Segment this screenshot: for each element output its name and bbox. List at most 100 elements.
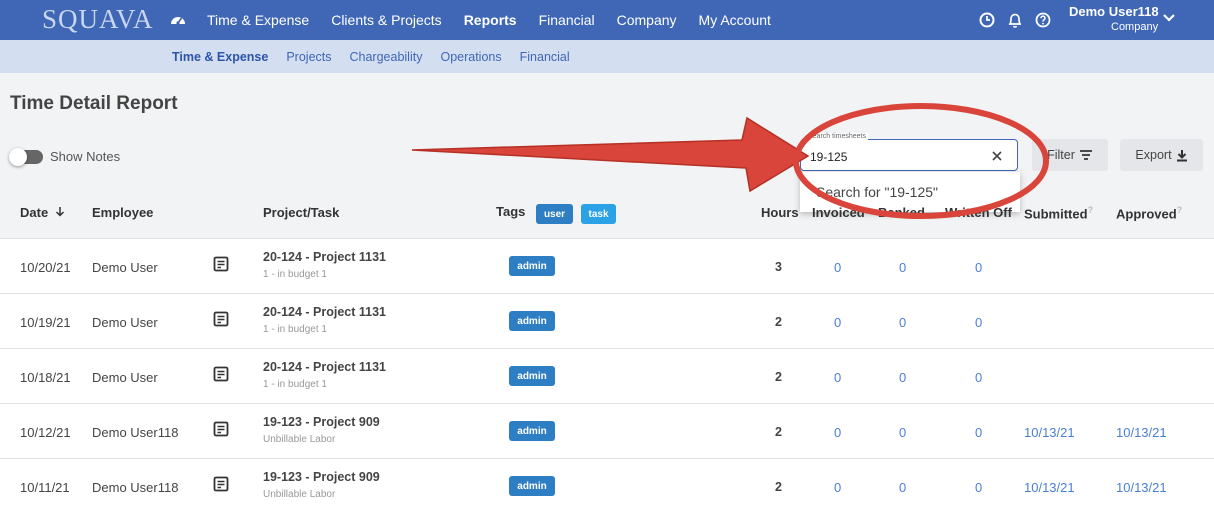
bell-icon[interactable] — [1006, 11, 1024, 29]
row-date: 10/12/21 — [20, 425, 71, 440]
nav-company[interactable]: Company — [617, 12, 677, 28]
row-tag[interactable]: admin — [509, 311, 555, 331]
row-project[interactable]: 20-124 - Project 1131 — [263, 250, 386, 264]
row-written-off[interactable]: 0 — [975, 370, 982, 385]
tab-time-expense[interactable]: Time & Expense — [172, 50, 268, 64]
row-submitted[interactable]: 10/13/21 — [1024, 480, 1075, 495]
column-header-project[interactable]: Project/Task — [263, 205, 339, 220]
download-icon — [1176, 149, 1187, 161]
chevron-down-icon[interactable] — [1162, 13, 1176, 23]
table-row[interactable]: 10/20/21 Demo User 20-124 - Project 1131… — [0, 238, 1214, 293]
row-written-off[interactable]: 0 — [975, 260, 982, 275]
row-banked[interactable]: 0 — [899, 370, 906, 385]
column-header-approved[interactable]: Approved? — [1116, 205, 1182, 221]
help-icon[interactable]: ? — [1088, 205, 1094, 215]
row-banked[interactable]: 0 — [899, 260, 906, 275]
dashboard-icon[interactable] — [169, 11, 187, 29]
user-company[interactable]: Company — [1111, 21, 1158, 33]
sort-arrow-down-icon[interactable] — [55, 206, 65, 217]
column-header-employee[interactable]: Employee — [92, 205, 153, 220]
column-header-banked[interactable]: Banked — [878, 205, 925, 220]
row-project[interactable]: 20-124 - Project 1131 — [263, 360, 386, 374]
search-label: Search timesheets — [806, 133, 868, 140]
search-suggestion[interactable]: Search for "19-125" — [816, 184, 938, 200]
nav-reports[interactable]: Reports — [464, 12, 517, 28]
column-header-invoiced[interactable]: Invoiced — [812, 205, 865, 220]
header-tag-task[interactable]: task — [581, 204, 616, 224]
tab-chargeability[interactable]: Chargeability — [350, 50, 423, 64]
row-banked[interactable]: 0 — [899, 315, 906, 330]
row-written-off[interactable]: 0 — [975, 315, 982, 330]
page-title: Time Detail Report — [10, 93, 178, 114]
row-submitted[interactable]: 10/13/21 — [1024, 425, 1075, 440]
row-approved[interactable]: 10/13/21 — [1116, 480, 1167, 495]
table-row[interactable]: 10/12/21 Demo User118 19-123 - Project 9… — [0, 403, 1214, 458]
export-button[interactable]: Export — [1120, 139, 1203, 171]
row-tag[interactable]: admin — [509, 476, 555, 496]
tab-operations[interactable]: Operations — [440, 50, 501, 64]
column-header-tags[interactable]: Tags — [496, 204, 525, 219]
nav-time-expense[interactable]: Time & Expense — [207, 12, 309, 28]
submitted-header-label: Submitted — [1024, 206, 1088, 222]
row-project[interactable]: 19-123 - Project 909 — [263, 470, 380, 484]
tab-financial[interactable]: Financial — [520, 50, 570, 64]
column-header-date[interactable]: Date — [20, 205, 65, 220]
note-icon[interactable] — [213, 421, 229, 437]
row-invoiced[interactable]: 0 — [834, 480, 841, 495]
table-row[interactable]: 10/19/21 Demo User 20-124 - Project 1131… — [0, 293, 1214, 348]
note-icon[interactable] — [213, 476, 229, 492]
row-invoiced[interactable]: 0 — [834, 370, 841, 385]
filter-button[interactable]: Filter — [1032, 139, 1108, 171]
row-written-off[interactable]: 0 — [975, 425, 982, 440]
main-nav: Time & Expense Clients & Projects Report… — [207, 0, 793, 40]
report-tabs: Time & Expense Projects Chargeability Op… — [172, 40, 588, 73]
filter-button-label: Filter — [1047, 148, 1075, 162]
close-icon[interactable] — [990, 149, 1004, 163]
show-notes-toggle[interactable] — [9, 148, 43, 166]
nav-my-account[interactable]: My Account — [699, 12, 771, 28]
logo[interactable]: SQUAVA — [42, 4, 154, 35]
row-employee: Demo User118 — [92, 480, 179, 495]
note-icon[interactable] — [213, 311, 229, 327]
note-icon[interactable] — [213, 256, 229, 272]
help-icon[interactable]: ? — [1177, 205, 1183, 215]
row-approved[interactable]: 10/13/21 — [1116, 425, 1167, 440]
tab-projects[interactable]: Projects — [286, 50, 331, 64]
clock-icon[interactable] — [978, 11, 996, 29]
row-date: 10/11/21 — [20, 480, 70, 495]
row-employee: Demo User — [92, 260, 158, 275]
header-tag-user[interactable]: user — [536, 204, 573, 224]
row-hours: 2 — [775, 370, 782, 384]
column-header-written-off[interactable]: Written Off — [945, 205, 1012, 220]
row-invoiced[interactable]: 0 — [834, 425, 841, 440]
row-invoiced[interactable]: 0 — [834, 315, 841, 330]
row-tag[interactable]: admin — [509, 256, 555, 276]
table-row[interactable]: 10/18/21 Demo User 20-124 - Project 1131… — [0, 348, 1214, 403]
nav-clients-projects[interactable]: Clients & Projects — [331, 12, 441, 28]
row-hours: 3 — [775, 260, 782, 274]
column-header-submitted[interactable]: Submitted? — [1024, 205, 1093, 221]
row-tag[interactable]: admin — [509, 366, 555, 386]
row-task: 1 - in budget 1 — [263, 379, 327, 390]
row-project[interactable]: 19-123 - Project 909 — [263, 415, 380, 429]
nav-financial[interactable]: Financial — [539, 12, 595, 28]
help-icon[interactable] — [1034, 11, 1052, 29]
row-date: 10/20/21 — [20, 260, 71, 275]
approved-header-label: Approved — [1116, 206, 1177, 222]
row-banked[interactable]: 0 — [899, 425, 906, 440]
sub-nav-bar: Time & Expense Projects Chargeability Op… — [0, 40, 1214, 73]
row-date: 10/19/21 — [20, 315, 71, 330]
column-header-hours[interactable]: Hours — [761, 205, 799, 220]
row-hours: 2 — [775, 480, 782, 494]
table-row[interactable]: 10/11/21 Demo User118 19-123 - Project 9… — [0, 458, 1214, 513]
row-banked[interactable]: 0 — [899, 480, 906, 495]
search-value[interactable]: 19-125 — [810, 150, 847, 164]
show-notes-label: Show Notes — [50, 149, 121, 164]
note-icon[interactable] — [213, 366, 229, 382]
row-task: 1 - in budget 1 — [263, 269, 327, 280]
user-name[interactable]: Demo User118 — [1069, 4, 1159, 19]
row-invoiced[interactable]: 0 — [834, 260, 841, 275]
row-project[interactable]: 20-124 - Project 1131 — [263, 305, 386, 319]
row-tag[interactable]: admin — [509, 421, 555, 441]
row-written-off[interactable]: 0 — [975, 480, 982, 495]
